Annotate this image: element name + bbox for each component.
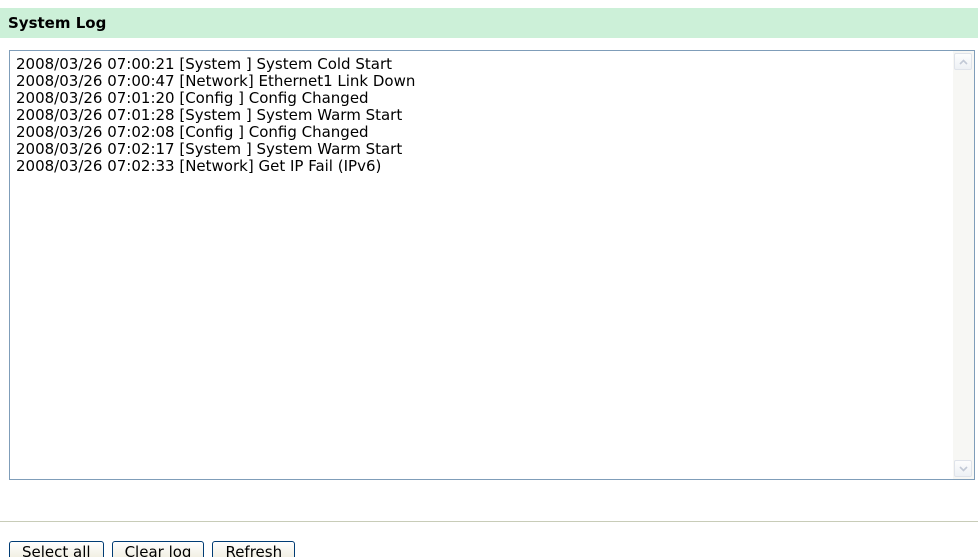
system-log-page: System Log 2008/03/26 07:00:21 [System ]…	[0, 0, 978, 557]
select-all-button[interactable]: Select all	[9, 541, 104, 557]
refresh-button[interactable]: Refresh	[212, 541, 296, 557]
page-title: System Log	[8, 14, 107, 32]
scroll-up-button[interactable]	[954, 53, 972, 70]
log-content[interactable]: 2008/03/26 07:00:21 [System ] System Col…	[10, 51, 952, 479]
chevron-up-icon	[958, 58, 968, 65]
clear-log-button[interactable]: Clear log	[111, 541, 205, 557]
scroll-down-button[interactable]	[954, 460, 972, 477]
divider	[0, 521, 978, 522]
chevron-down-icon	[958, 465, 968, 472]
vertical-scrollbar[interactable]	[953, 51, 974, 479]
action-buttons: Select all Clear log Refresh	[9, 541, 296, 557]
title-bar: System Log	[0, 8, 978, 38]
system-log-textarea[interactable]: 2008/03/26 07:00:21 [System ] System Col…	[9, 50, 975, 480]
